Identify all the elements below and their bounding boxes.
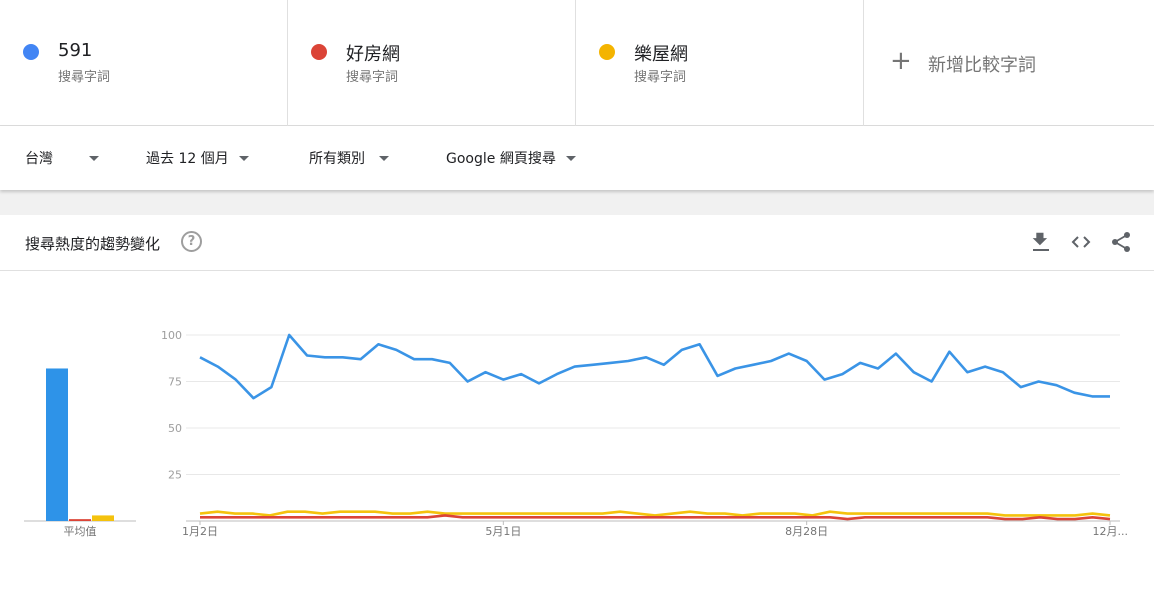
region-filter-label: 台灣	[25, 151, 53, 167]
compare-terms-bar: 591 搜尋字詞 好房網 搜尋字詞 樂屋網 搜尋字詞 + 新增比較字詞	[0, 0, 1154, 126]
add-compare-button[interactable]: + 新增比較字詞	[864, 0, 1154, 126]
add-compare-label: 新增比較字詞	[928, 55, 1036, 76]
term-name: 591	[58, 40, 93, 61]
series-line-0	[199, 333, 1110, 400]
term-subtitle: 搜尋字詞	[634, 70, 687, 85]
x-tick-label: 1月2日	[182, 525, 218, 538]
chevron-down-icon	[238, 155, 249, 161]
card-title: 搜尋熱度的趨勢變化	[25, 235, 161, 253]
avg-bar-2	[92, 515, 114, 521]
term-color-dot	[23, 44, 39, 60]
filter-bar: 台灣 過去 12 個月 所有類別 Google 網頁搜尋	[0, 126, 1154, 190]
period-filter-label: 過去 12 個月	[146, 151, 229, 167]
avg-axis-label: 平均值	[64, 525, 97, 538]
chevron-down-icon	[379, 155, 389, 161]
chevron-down-icon	[565, 155, 576, 161]
help-icon[interactable]: ?	[181, 231, 202, 252]
chevron-down-icon	[89, 155, 99, 161]
interest-over-time-card: 搜尋熱度的趨勢變化 ? 平均值 25 50 75 100 1月2日 5月1日 8月28日 12月…	[0, 215, 1154, 608]
category-filter-label: 所有類別	[309, 151, 365, 167]
search-type-filter[interactable]: Google 網頁搜尋	[446, 148, 576, 168]
search-type-filter-label: Google 網頁搜尋	[446, 151, 556, 167]
term-name: 樂屋網	[634, 44, 688, 65]
term-name: 好房網	[346, 44, 400, 65]
avg-bar-1	[69, 519, 91, 521]
region-filter[interactable]: 台灣	[25, 148, 99, 168]
x-tick-label: 8月28日	[785, 525, 828, 538]
term-color-dot	[599, 44, 615, 60]
series-line-2	[199, 510, 1111, 517]
x-tick-label: 12月...	[1093, 525, 1129, 538]
category-filter[interactable]: 所有類別	[309, 148, 389, 168]
y-tick-label: 50	[168, 422, 182, 435]
embed-icon[interactable]	[1070, 231, 1092, 253]
term-subtitle: 搜尋字詞	[346, 70, 399, 85]
plus-icon: +	[890, 46, 912, 76]
y-tick-label: 75	[168, 376, 182, 389]
term-card-591[interactable]: 591 搜尋字詞	[0, 0, 288, 126]
period-filter[interactable]: 過去 12 個月	[146, 148, 249, 168]
x-tick-label: 5月1日	[485, 525, 521, 538]
term-subtitle: 搜尋字詞	[58, 70, 111, 85]
term-card-haofang[interactable]: 好房網 搜尋字詞	[288, 0, 576, 126]
term-card-lewu[interactable]: 樂屋網 搜尋字詞	[576, 0, 864, 126]
download-icon[interactable]	[1030, 231, 1052, 253]
card-header: 搜尋熱度的趨勢變化 ?	[0, 215, 1154, 271]
trend-chart: 平均值 25 50 75 100 1月2日 5月1日 8月28日 12月...	[24, 329, 1129, 538]
y-tick-label: 100	[161, 329, 182, 342]
share-icon[interactable]	[1110, 231, 1132, 253]
term-color-dot	[311, 44, 327, 60]
avg-bar-0	[46, 368, 68, 521]
y-tick-label: 25	[168, 469, 182, 482]
